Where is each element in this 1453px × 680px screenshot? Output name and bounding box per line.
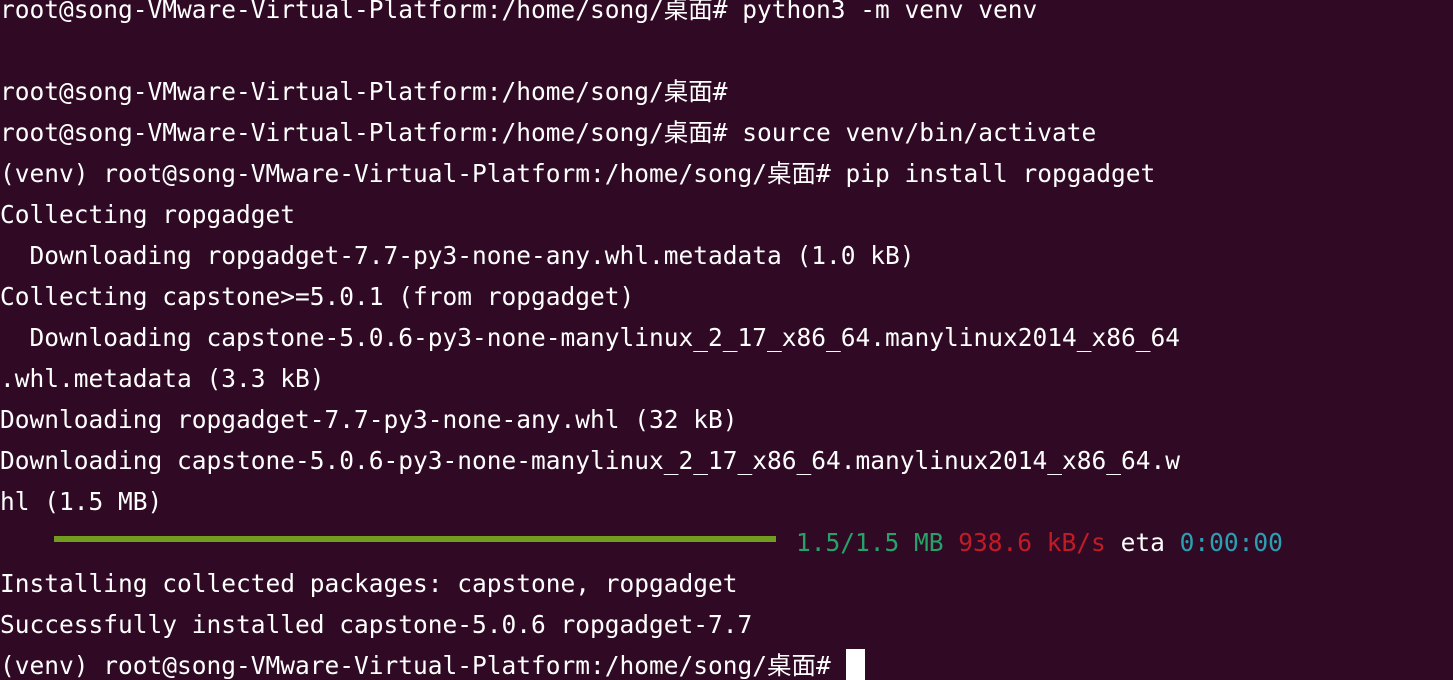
terminal-prompt-line: (venv) root@song-VMware-Virtual-Platform…	[0, 645, 865, 680]
text-cursor[interactable]	[845, 649, 865, 680]
terminal-line: .whl.metadata (3.3 kB)	[0, 364, 325, 393]
terminal-line: Downloading capstone-5.0.6-py3-none-many…	[0, 323, 1181, 352]
progress-speed: 938.6 kB/s	[958, 528, 1106, 557]
terminal-line: Downloading ropgadget-7.7-py3-none-any.w…	[0, 241, 915, 270]
progress-size: 1.5/1.5 MB	[796, 528, 944, 557]
progress-eta-label: eta	[1120, 528, 1165, 557]
download-progress-fill	[54, 536, 776, 542]
terminal-line: Collecting capstone>=5.0.1 (from ropgadg…	[0, 282, 635, 311]
terminal-line: Installing collected packages: capstone,…	[0, 569, 738, 598]
shell-prompt: (venv) root@song-VMware-Virtual-Platform…	[0, 651, 846, 680]
terminal-line: hl (1.5 MB)	[0, 487, 163, 516]
progress-stats: 1.5/1.5 MB 938.6 kB/s eta 0:00:00	[796, 522, 1283, 563]
terminal-line: Downloading capstone-5.0.6-py3-none-many…	[0, 446, 1181, 475]
terminal-line: root@song-VMware-Virtual-Platform:/home/…	[0, 77, 728, 106]
terminal-line: root@song-VMware-Virtual-Platform:/home/…	[0, 0, 1038, 24]
progress-eta-value: 0:00:00	[1179, 528, 1283, 557]
download-progress-bar	[54, 536, 776, 542]
terminal-line: root@song-VMware-Virtual-Platform:/home/…	[0, 118, 1097, 147]
terminal-line: (venv) root@song-VMware-Virtual-Platform…	[0, 159, 1156, 188]
terminal-line: Collecting ropgadget	[0, 200, 296, 229]
terminal-line: Successfully installed capstone-5.0.6 ro…	[0, 610, 753, 639]
terminal-window[interactable]: root@song-VMware-Virtual-Platform:/home/…	[0, 0, 1453, 680]
terminal-line: Downloading ropgadget-7.7-py3-none-any.w…	[0, 405, 738, 434]
